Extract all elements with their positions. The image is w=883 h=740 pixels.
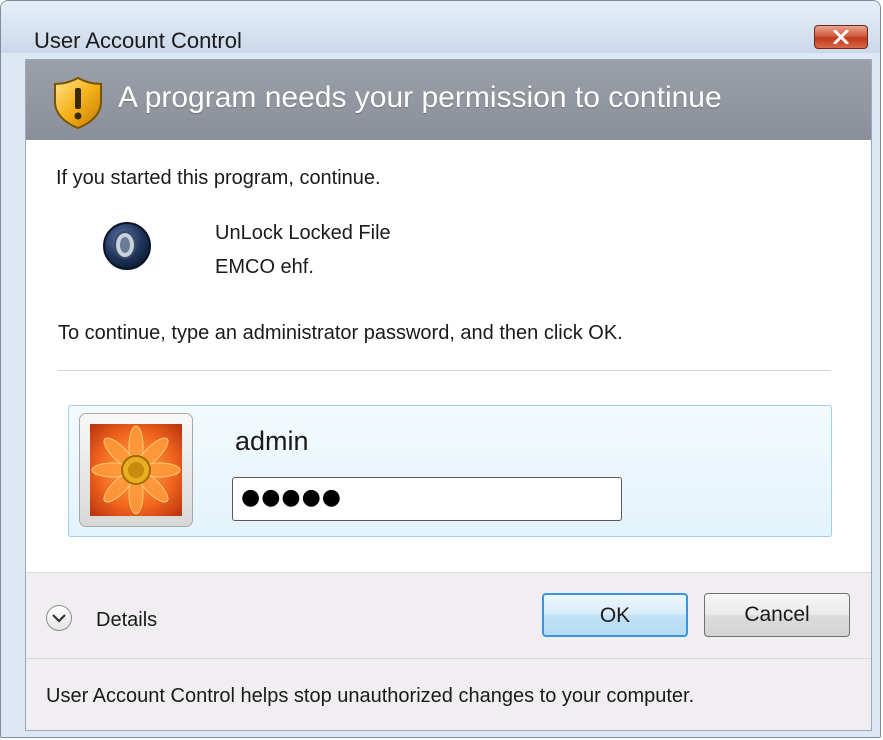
- close-button[interactable]: [814, 25, 868, 49]
- credential-tile[interactable]: admin ●●●●●: [68, 405, 832, 537]
- cancel-button[interactable]: Cancel: [704, 593, 850, 637]
- flower-avatar-icon: [90, 424, 182, 516]
- program-publisher: EMCO ehf.: [215, 256, 314, 278]
- banner-heading: A program needs your permission to conti…: [118, 81, 722, 114]
- program-name: UnLock Locked File: [215, 222, 391, 244]
- status-bar: User Account Control helps stop unauthor…: [26, 658, 871, 730]
- button-area: Details OK Cancel: [26, 572, 871, 659]
- avatar: [79, 413, 193, 527]
- started-text: If you started this program, continue.: [56, 167, 381, 189]
- permission-banner: A program needs your permission to conti…: [26, 60, 871, 140]
- status-text: User Account Control helps stop unauthor…: [46, 685, 695, 707]
- details-label[interactable]: Details: [96, 609, 157, 632]
- close-icon: [833, 30, 849, 44]
- window-title: User Account Control: [34, 28, 242, 53]
- instruction-text: To continue, type an administrator passw…: [58, 322, 623, 344]
- dialog-content: A program needs your permission to conti…: [25, 59, 872, 731]
- chevron-down-icon: [52, 614, 66, 623]
- details-toggle[interactable]: [46, 605, 72, 631]
- uac-dialog: User Account Control A program needs you…: [0, 0, 881, 738]
- program-icon: [103, 222, 151, 270]
- shield-warning-icon: [54, 76, 102, 130]
- password-field[interactable]: ●●●●●: [232, 477, 622, 521]
- username: admin: [235, 426, 309, 456]
- divider: [58, 370, 831, 371]
- ok-button[interactable]: OK: [542, 593, 688, 637]
- title-bar[interactable]: User Account Control: [1, 1, 880, 53]
